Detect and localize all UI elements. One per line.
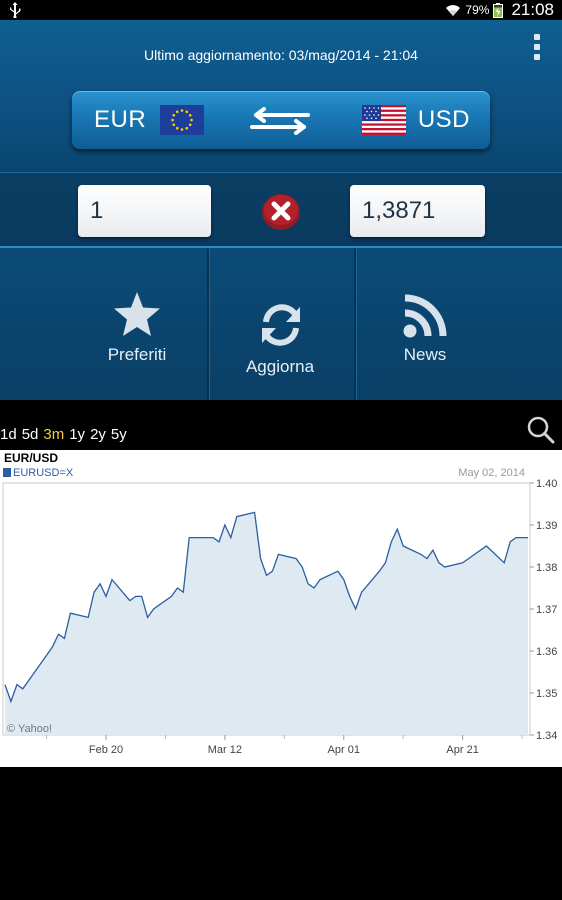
y-tick-label: 1.35 (536, 688, 557, 700)
battery-icon (493, 2, 504, 18)
series-area (5, 512, 528, 735)
clock: 21:08 (511, 0, 554, 19)
star-icon (114, 292, 160, 336)
range-option-3m[interactable]: 3m (43, 426, 64, 448)
legend-swatch (3, 468, 11, 477)
action-buttons: Preferiti Aggiorna News (0, 248, 562, 400)
last-update-text: Ultimo aggiornamento: 03/mag/2014 - 21:0… (144, 47, 418, 63)
converter-panel: Ultimo aggiornamento: 03/mag/2014 - 21:0… (0, 20, 562, 400)
x-tick-label: Apr 21 (446, 744, 478, 756)
y-tick-label: 1.36 (536, 646, 557, 658)
favorites-button[interactable]: Preferiti (64, 248, 210, 400)
currency-pair-bar: EUR USD (72, 91, 490, 149)
chart-credit: © Yahoo! (7, 723, 52, 735)
range-option-2y[interactable]: 2y (90, 426, 106, 448)
wifi-icon (446, 5, 461, 16)
y-tick-label: 1.38 (536, 562, 557, 574)
legend-label: EURUSD=X (13, 467, 74, 479)
range-option-5y[interactable]: 5y (111, 426, 127, 448)
to-amount-field[interactable]: 1,3871 (350, 185, 485, 237)
converter-row: 1 1,3871 (0, 172, 562, 248)
refresh-icon (262, 304, 300, 346)
y-tick-label: 1.34 (536, 730, 557, 742)
range-option-1d[interactable]: 1d (0, 426, 17, 448)
range-option-1y[interactable]: 1y (69, 426, 85, 448)
x-tick-label: Apr 01 (328, 744, 360, 756)
news-button[interactable]: News (352, 248, 498, 400)
to-currency-selector[interactable]: USD (361, 91, 470, 149)
from-amount-field[interactable]: 1 (78, 185, 211, 237)
y-tick-label: 1.37 (536, 604, 557, 616)
clear-icon[interactable] (261, 193, 301, 231)
swap-icon[interactable] (248, 107, 312, 135)
chart-date: May 02, 2014 (458, 467, 525, 479)
eu-flag-icon (160, 105, 205, 135)
usb-icon (10, 2, 21, 18)
from-currency-selector[interactable]: EUR (94, 91, 205, 149)
status-bar: 79% 21:08 (0, 0, 562, 20)
refresh-button[interactable]: Aggiorna (207, 248, 353, 400)
from-currency-code: EUR (94, 106, 147, 133)
news-label: News (403, 345, 447, 364)
x-tick-label: Mar 12 (208, 744, 242, 756)
y-tick-label: 1.39 (536, 520, 557, 532)
search-icon[interactable] (527, 416, 555, 444)
favorites-label: Preferiti (107, 345, 167, 364)
us-flag-icon (361, 105, 406, 135)
battery-percentage: 79% (465, 3, 490, 17)
refresh-label: Aggiorna (245, 357, 315, 376)
range-selector: 1d 5d 3m 1y 2y 5y (0, 426, 127, 448)
menu-icon[interactable] (532, 34, 542, 62)
to-currency-code: USD (417, 106, 470, 133)
chart-svg: EUR/USD EURUSD=X May 02, 2014 1.40 1.39 1.… (2, 451, 557, 756)
rss-icon (403, 294, 447, 338)
chart-title: EUR/USD (4, 451, 58, 465)
x-tick-label: Feb 20 (89, 744, 123, 756)
rate-chart: EUR/USD EURUSD=X May 02, 2014 1.40 1.39 1.… (0, 450, 562, 767)
y-tick-label: 1.40 (536, 478, 557, 490)
range-option-5d[interactable]: 5d (22, 426, 39, 448)
